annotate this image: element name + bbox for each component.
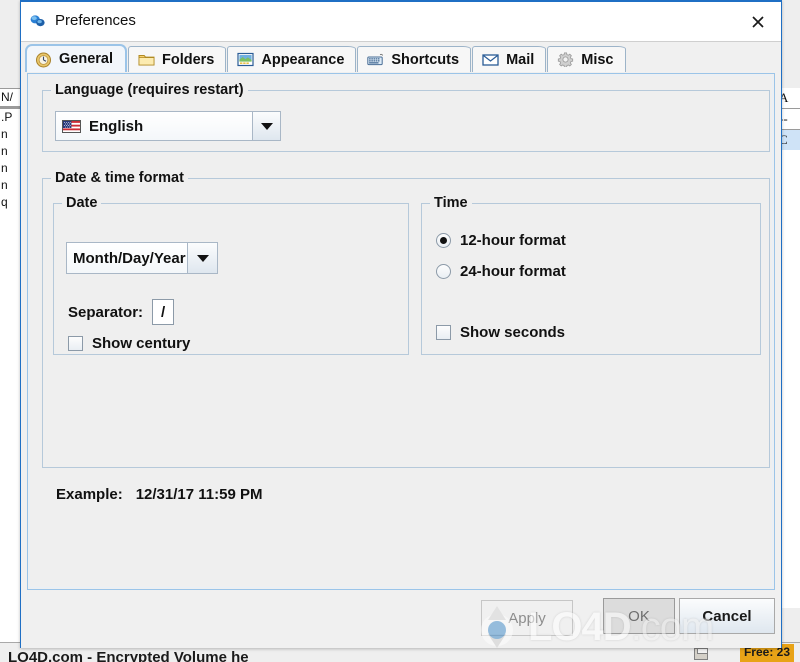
general-tab-panel-inner: Language (requires restart) English Date…	[29, 75, 773, 588]
show-seconds-checkbox[interactable]: Show seconds	[436, 324, 565, 341]
list-item: n	[1, 144, 8, 158]
apply-button[interactable]: Apply	[481, 600, 573, 636]
tab-mail[interactable]: Mail	[472, 46, 547, 72]
tab-label: Appearance	[261, 51, 345, 68]
list-item: n	[1, 178, 8, 192]
show-century-checkbox[interactable]: Show century	[68, 335, 190, 352]
language-select[interactable]: English	[55, 111, 281, 141]
radio-24-hour-label: 24-hour format	[460, 263, 566, 280]
gear-icon	[557, 52, 574, 68]
monitor-icon	[237, 52, 254, 67]
tab-appearance[interactable]: Appearance	[227, 46, 357, 72]
cancel-button[interactable]: Cancel	[679, 598, 775, 634]
chevron-down-icon[interactable]	[252, 112, 280, 140]
list-item: n	[1, 161, 8, 175]
show-century-label: Show century	[92, 335, 191, 352]
example-label: Example:	[56, 486, 123, 503]
show-seconds-label: Show seconds	[460, 324, 566, 341]
checkbox-box	[436, 325, 451, 340]
time-group-title: Time	[430, 195, 472, 211]
datetime-format-group: Date & time format Date Month/Day/Year S…	[42, 170, 770, 468]
chevron-down-icon[interactable]	[187, 243, 217, 273]
list-item: .P	[1, 110, 13, 124]
folder-icon	[138, 52, 155, 67]
example-row: Example: 12/31/17 11:59 PM	[56, 486, 262, 503]
tab-misc[interactable]: Misc	[547, 46, 626, 72]
date-format-select[interactable]: Month/Day/Year	[66, 242, 218, 274]
close-icon	[752, 16, 764, 28]
title-bar: Preferences	[21, 0, 781, 42]
checkbox-box	[68, 336, 83, 351]
radio-12-hour-format[interactable]: 12-hour format	[436, 232, 566, 249]
tab-label: Shortcuts	[391, 51, 460, 68]
tab-label: Misc	[581, 51, 614, 68]
tab-label: Folders	[162, 51, 215, 68]
preferences-dialog: Preferences General Folders Appearance S…	[20, 0, 782, 648]
ok-button[interactable]: OK	[603, 598, 675, 634]
tab-label: Mail	[506, 51, 535, 68]
language-select-value-wrap: English	[56, 112, 252, 140]
radio-12-hour-label: 12-hour format	[460, 232, 566, 249]
envelope-icon	[482, 52, 499, 67]
example-value: 12/31/17 11:59 PM	[135, 486, 263, 503]
language-select-value: English	[89, 117, 144, 135]
list-item: q	[1, 195, 8, 209]
dialog-footer: Apply OK Cancel	[21, 590, 781, 648]
time-group: Time 12-hour format 24-hour format Show …	[421, 195, 761, 355]
tab-general[interactable]: General	[25, 44, 127, 72]
date-format-select-value: Month/Day/Year	[67, 243, 187, 273]
screen: N/ .P n n n n q A -- C Free: 23 LO4D.com	[0, 0, 800, 662]
list-item: N/	[1, 90, 13, 104]
close-button[interactable]	[735, 2, 781, 42]
separator-input[interactable]: /	[152, 299, 175, 325]
clock-icon	[35, 52, 52, 67]
radio-box	[436, 233, 451, 248]
separator-row: Separator: /	[68, 299, 175, 325]
language-group: Language (requires restart) English	[42, 82, 770, 152]
preferences-icon	[29, 12, 47, 30]
tab-strip: General Folders Appearance Shortcuts Mai…	[21, 42, 781, 72]
tab-shortcuts[interactable]: Shortcuts	[357, 46, 472, 72]
window-title: Preferences	[55, 12, 136, 29]
tab-label: General	[59, 51, 113, 67]
date-group: Date Month/Day/Year Separator: / Show ce…	[53, 195, 409, 355]
background-caption: LO4D.com - Encrypted Volume he	[8, 649, 249, 662]
drive-icon	[694, 648, 708, 660]
date-group-title: Date	[62, 195, 102, 211]
radio-24-hour-format[interactable]: 24-hour format	[436, 263, 566, 280]
radio-box	[436, 264, 451, 279]
separator-label: Separator:	[68, 303, 144, 321]
list-item: n	[1, 127, 8, 141]
language-group-title: Language (requires restart)	[51, 82, 248, 98]
general-tab-panel: Language (requires restart) English Date…	[27, 73, 775, 590]
us-flag-icon	[62, 119, 81, 133]
tab-folders[interactable]: Folders	[128, 46, 227, 72]
background-left-list: N/ .P n n n n q	[0, 88, 22, 644]
datetime-format-group-title: Date & time format	[51, 170, 188, 186]
keyboard-icon	[367, 52, 384, 67]
